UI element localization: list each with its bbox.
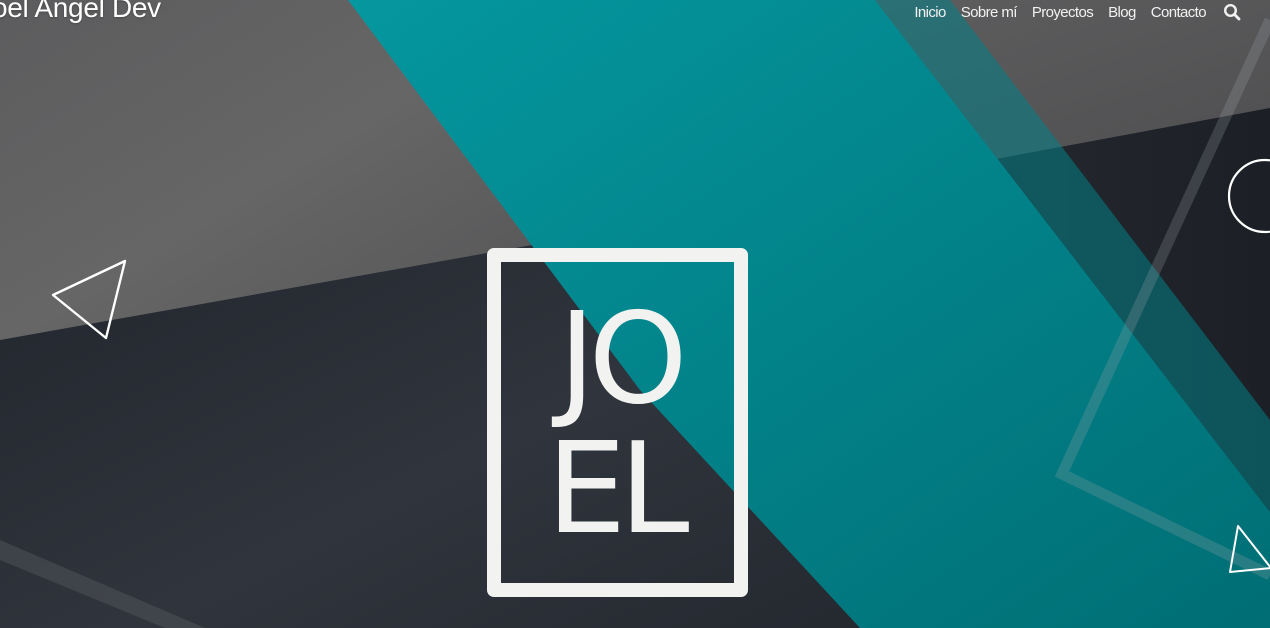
nav-link-blog[interactable]: Blog <box>1108 4 1136 21</box>
nav-link-proyectos[interactable]: Proyectos <box>1032 4 1094 21</box>
logo-line-2: EL <box>546 415 690 562</box>
joel-logo: JO EL <box>487 248 748 597</box>
site-title[interactable]: oel Angel Dev <box>0 0 161 24</box>
nav-link-inicio[interactable]: Inicio <box>914 4 946 21</box>
main-navigation: Inicio Sobre mí Proyectos Blog Contacto <box>914 2 1242 22</box>
search-button[interactable] <box>1222 2 1242 22</box>
logo-line-1: JO <box>558 285 687 432</box>
nav-link-contacto[interactable]: Contacto <box>1151 4 1207 21</box>
search-icon <box>1223 3 1241 21</box>
nav-link-sobre-mi[interactable]: Sobre mí <box>961 4 1018 21</box>
hero-page: oel Angel Dev Inicio Sobre mí Proyectos … <box>0 0 1270 628</box>
